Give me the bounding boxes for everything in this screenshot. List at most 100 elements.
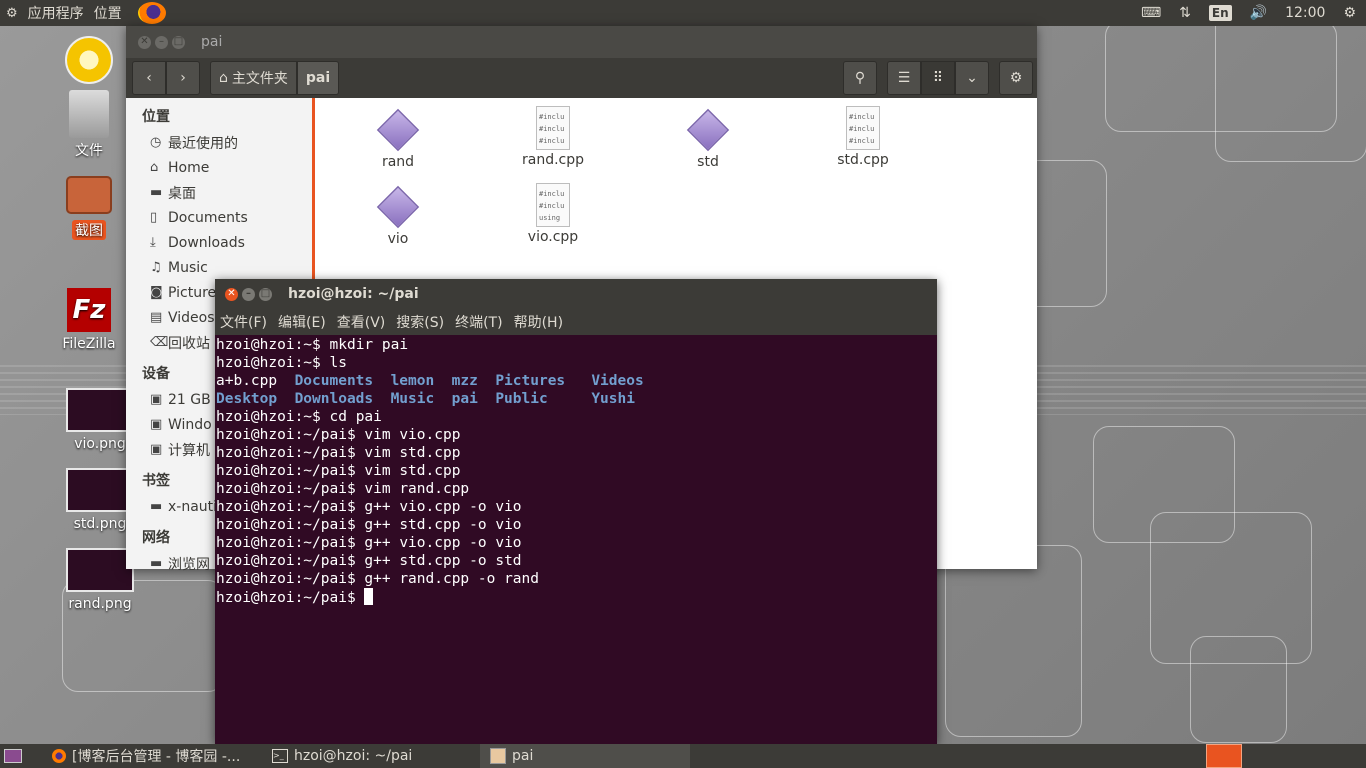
keyboard-layout-indicator[interactable]: En bbox=[1208, 5, 1232, 21]
file-item[interactable]: #inclu#incluusing r vio.cpp bbox=[498, 183, 608, 245]
settings-button[interactable]: ⚙ bbox=[999, 61, 1033, 95]
close-icon[interactable]: ✕ bbox=[225, 287, 238, 301]
shell-prompt: hzoi@hzoi:~/pai$ bbox=[216, 499, 365, 515]
image-thumbnail-icon bbox=[66, 468, 134, 512]
path-home-button[interactable]: ⌂ 主文件夹 bbox=[210, 61, 297, 95]
ls-entry: Desktop bbox=[216, 391, 278, 407]
clock[interactable]: 12:00 bbox=[1285, 5, 1325, 21]
ls-entry: Public bbox=[495, 391, 548, 407]
keyboard-icon[interactable]: ⌨ bbox=[1141, 5, 1161, 21]
sidebar-item-documents[interactable]: ▯ Documents bbox=[126, 205, 312, 230]
workspace-switcher[interactable] bbox=[1206, 744, 1244, 768]
grid-view-button[interactable]: ⠿ bbox=[921, 61, 955, 95]
shell-command: mkdir pai bbox=[329, 337, 409, 353]
file-item[interactable]: rand bbox=[343, 108, 453, 170]
file-item[interactable]: std bbox=[653, 108, 763, 170]
sidebar-item-downloads[interactable]: ⤓ Downloads bbox=[126, 230, 312, 255]
executable-icon bbox=[376, 185, 420, 229]
menu-help[interactable]: 帮助(H) bbox=[514, 312, 563, 332]
shell-command: g++ std.cpp -o vio bbox=[364, 517, 522, 533]
source-file-icon: #inclu #inclu #inclu bbox=[536, 106, 570, 150]
volume-icon[interactable]: 🔊 bbox=[1250, 5, 1267, 21]
terminal-titlebar[interactable]: ✕ – □ hzoi@hzoi: ~/pai bbox=[215, 279, 937, 309]
home-icon: ⌂ bbox=[219, 70, 228, 86]
desktop-icon-files[interactable]: 文件 bbox=[44, 36, 134, 160]
terminal-line: hzoi@hzoi:~/pai$ g++ vio.cpp -o vio bbox=[216, 534, 937, 552]
menu-edit[interactable]: 编辑(E) bbox=[278, 312, 326, 332]
menu-file[interactable]: 文件(F) bbox=[220, 312, 267, 332]
shell-command: cd pai bbox=[329, 409, 382, 425]
file-item[interactable]: #inclu #inclu #inclu rand.cpp bbox=[498, 106, 608, 168]
applications-menu[interactable]: 应用程序 bbox=[28, 3, 90, 23]
sidebar-item-music[interactable]: ♫ Music bbox=[126, 255, 312, 280]
close-icon[interactable]: ✕ bbox=[138, 35, 151, 49]
ls-entry: Videos bbox=[591, 373, 644, 389]
terminal-line: hzoi@hzoi:~$ ls bbox=[216, 354, 937, 372]
task-terminal[interactable]: >_ hzoi@hzoi: ~/pai bbox=[264, 744, 482, 768]
source-file-icon: #inclu#incluusing r bbox=[536, 183, 570, 227]
shell-prompt: hzoi@hzoi:~$ bbox=[216, 337, 330, 353]
back-button[interactable]: ‹ bbox=[132, 61, 166, 95]
search-button[interactable]: ⚲ bbox=[843, 61, 877, 95]
file-item[interactable]: #inclu #inclu #inclu std.cpp bbox=[808, 106, 918, 168]
minimize-icon[interactable]: – bbox=[155, 35, 168, 49]
shell-prompt: hzoi@hzoi:~/pai$ bbox=[216, 535, 365, 551]
folder-icon: ▬ bbox=[150, 185, 163, 200]
desktop-icon-filezilla[interactable]: Fz FileZilla bbox=[44, 288, 134, 352]
path-current-button[interactable]: pai bbox=[296, 61, 340, 95]
terminal-line: hzoi@hzoi:~/pai$ g++ rand.cpp -o rand bbox=[216, 570, 937, 588]
desktop-icon-label: std.png bbox=[73, 516, 127, 532]
ls-entry: pai bbox=[451, 391, 478, 407]
terminal-menubar: 文件(F) 编辑(E) 查看(V) 搜索(S) 终端(T) 帮助(H) bbox=[215, 309, 937, 335]
ubuntu-logo-icon[interactable]: ⚙ bbox=[6, 6, 24, 21]
source-file-icon: #inclu #inclu #inclu bbox=[846, 106, 880, 150]
maximize-icon[interactable]: □ bbox=[259, 287, 272, 301]
list-view-button[interactable]: ☰ bbox=[887, 61, 921, 95]
task-file-manager[interactable]: pai bbox=[480, 744, 690, 768]
image-thumbnail-icon bbox=[66, 548, 134, 592]
minimize-icon[interactable]: – bbox=[242, 287, 255, 301]
shell-command: g++ rand.cpp -o rand bbox=[364, 571, 540, 587]
sidebar-item-desktop[interactable]: ▬ 桌面 bbox=[126, 180, 312, 205]
menu-view[interactable]: 查看(V) bbox=[337, 312, 386, 332]
wallpaper-shape bbox=[945, 545, 1082, 737]
shell-command: ls bbox=[329, 355, 347, 371]
menu-terminal[interactable]: 终端(T) bbox=[455, 312, 502, 332]
terminal-output[interactable]: hzoi@hzoi:~$ mkdir pai hzoi@hzoi:~$ ls a+b… bbox=[215, 335, 937, 607]
home-icon: ⌂ bbox=[150, 160, 159, 175]
task-firefox[interactable]: [博客后台管理 - 博客园 -... bbox=[44, 744, 266, 768]
view-options-button[interactable]: ⌄ bbox=[955, 61, 989, 95]
desktop-icon-screenshot[interactable]: 截图 bbox=[44, 176, 134, 240]
sidebar-item-recent[interactable]: ◷ 最近使用的 bbox=[126, 130, 312, 155]
maximize-icon[interactable]: □ bbox=[172, 35, 185, 49]
clock-icon: ◷ bbox=[150, 135, 162, 150]
image-thumbnail-icon bbox=[66, 388, 134, 432]
ls-entry: Documents bbox=[294, 373, 374, 389]
network-arrows-icon[interactable]: ⇅ bbox=[1179, 5, 1191, 21]
list-icon: ☰ bbox=[897, 70, 911, 86]
power-gear-icon[interactable]: ⚙ bbox=[1343, 5, 1356, 21]
wallpaper-shape bbox=[1215, 10, 1366, 162]
shell-command: g++ vio.cpp -o vio bbox=[364, 499, 522, 515]
shell-prompt: hzoi@hzoi:~/pai$ bbox=[216, 571, 365, 587]
show-desktop-button[interactable] bbox=[4, 744, 26, 768]
network-icon: ▬ bbox=[150, 556, 163, 571]
file-item[interactable]: vio bbox=[343, 185, 453, 247]
sidebar-item-home[interactable]: ⌂ Home bbox=[126, 155, 312, 180]
executable-icon bbox=[686, 108, 730, 152]
ls-entry: lemon bbox=[390, 373, 435, 389]
shell-prompt: hzoi@hzoi:~/pai$ bbox=[216, 463, 365, 479]
firefox-icon[interactable] bbox=[137, 2, 166, 24]
terminal-line: hzoi@hzoi:~/pai$ g++ std.cpp -o std bbox=[216, 552, 937, 570]
drive-icon: ▣ bbox=[150, 392, 163, 407]
ls-entry: Music bbox=[390, 391, 435, 407]
places-menu[interactable]: 位置 bbox=[94, 3, 128, 23]
menu-search[interactable]: 搜索(S) bbox=[396, 312, 444, 332]
window-titlebar[interactable]: ✕ – □ pai bbox=[126, 26, 1037, 58]
ls-entry: a+b.cpp bbox=[216, 373, 278, 389]
wallpaper-shape bbox=[1190, 636, 1287, 743]
bottom-taskbar: [博客后台管理 - 博客园 -... >_ hzoi@hzoi: ~/pai p… bbox=[0, 744, 1366, 768]
ls-entry: Yushi bbox=[591, 391, 635, 407]
forward-button[interactable]: › bbox=[166, 61, 200, 95]
terminal-icon: >_ bbox=[272, 749, 288, 763]
